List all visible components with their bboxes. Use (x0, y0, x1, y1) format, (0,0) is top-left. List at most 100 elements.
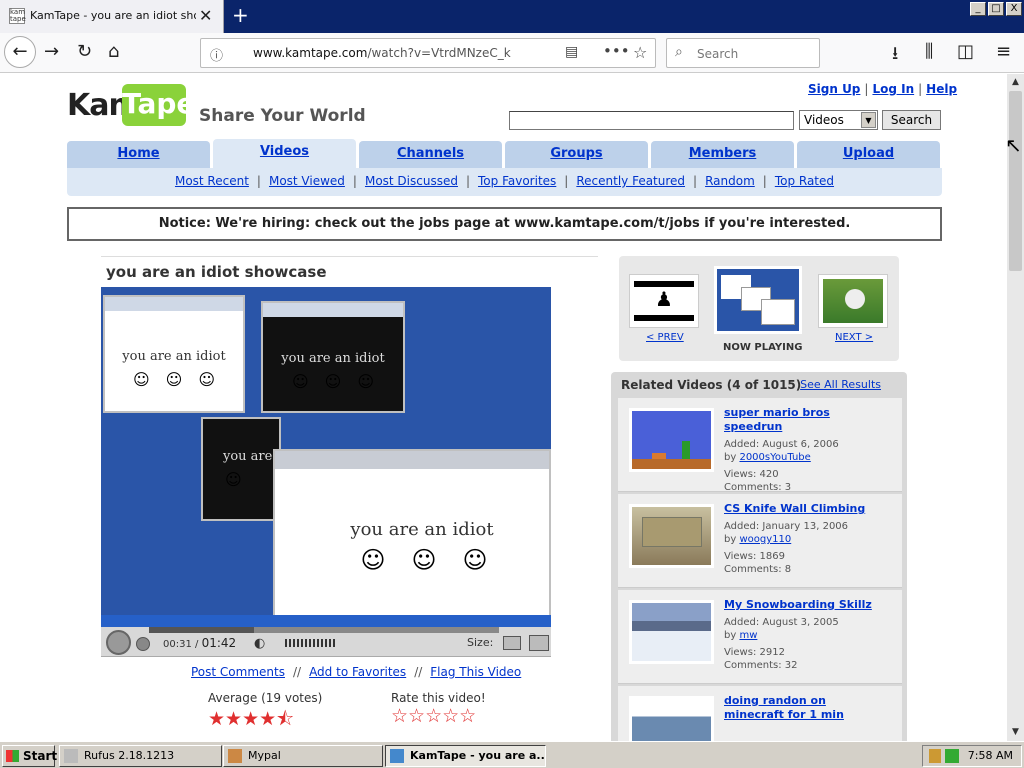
scroll-up-icon[interactable]: ▲ (1007, 74, 1024, 91)
menu-icon[interactable]: ≡ (996, 41, 1011, 62)
now-playing-label: NOW PLAYING (723, 342, 803, 353)
taskbar-item-mypal[interactable]: Mypal (223, 745, 383, 767)
related-thumbnail[interactable] (629, 408, 714, 472)
minimize-button[interactable]: _ (970, 2, 986, 16)
related-item[interactable]: super mario bros speedrun Added: August … (618, 398, 902, 493)
now-playing-thumbnail (714, 266, 802, 334)
time-display: 00:31 / 01:42 (163, 636, 237, 650)
subnav-random[interactable]: Random (705, 174, 755, 188)
related-views: Views: 420 (724, 469, 779, 480)
tab-upload[interactable]: Upload (797, 141, 940, 168)
start-button[interactable]: Start (2, 745, 57, 767)
tray-icons[interactable] (929, 749, 959, 763)
favicon-icon: kam tape (9, 8, 26, 24)
reload-icon[interactable]: ↻ (77, 41, 92, 62)
search-button[interactable]: Search (882, 110, 941, 130)
address-bar[interactable]: ⓘ www.kamtape.com/watch?v=VtrdMNzeC_k ▤ … (200, 38, 656, 68)
tab-channels[interactable]: Channels (359, 141, 502, 168)
related-thumbnail[interactable] (629, 600, 714, 664)
video-player[interactable]: you are an idiot ☺ ☺ ☺ you are an idiot ☺ ☺… (101, 287, 551, 627)
next-thumbnail[interactable] (818, 274, 888, 328)
progress-bar[interactable] (149, 627, 499, 633)
scroll-thumb[interactable] (1009, 91, 1022, 271)
page-actions-icon[interactable]: ••• (603, 42, 630, 60)
taskbar-item-rufus[interactable]: Rufus 2.18.1213 (59, 745, 222, 767)
downloads-icon[interactable]: ⭳ (892, 41, 898, 71)
close-window-button[interactable]: X (1006, 2, 1022, 16)
sidebar-icon[interactable]: ◫ (957, 41, 974, 62)
sign-up-link[interactable]: Sign Up (808, 82, 860, 96)
related-author-link[interactable]: mw (739, 630, 757, 641)
subnav-most-discussed[interactable]: Most Discussed (365, 174, 458, 188)
related-added: Added: August 3, 2005 (724, 617, 839, 628)
related-item[interactable]: CS Knife Wall Climbing Added: January 13… (618, 494, 902, 588)
prev-thumbnail[interactable]: ♟ (629, 274, 699, 328)
post-comments-link[interactable]: Post Comments (191, 665, 285, 679)
prev-link[interactable]: < PREV (646, 332, 684, 343)
related-author-link[interactable]: 2000sYouTube (739, 452, 810, 463)
site-tagline: Share Your World (199, 106, 366, 126)
notice-banner: Notice: We're hiring: check out the jobs… (67, 207, 942, 241)
size-normal-button[interactable] (503, 636, 521, 650)
rate-stars[interactable]: ☆☆☆☆☆ (391, 705, 476, 727)
browser-tab[interactable]: kam tape KamTape - you are an idiot show… (0, 0, 224, 33)
size-label: Size: (467, 636, 494, 649)
flag-video-link[interactable]: Flag This Video (430, 665, 521, 679)
scroll-down-icon[interactable]: ▼ (1007, 724, 1024, 741)
stop-button[interactable] (136, 637, 150, 651)
subnav-top-favorites[interactable]: Top Favorites (478, 174, 556, 188)
related-title[interactable]: super mario bros speedrun (724, 406, 874, 434)
volume-icon[interactable]: ◐ (254, 636, 265, 651)
video-frame-window-partial: you are ☺ (201, 417, 281, 521)
back-button[interactable]: ← (4, 36, 36, 68)
title-divider (101, 256, 598, 257)
related-videos-panel: Related Videos (4 of 1015) See All Resul… (611, 372, 907, 741)
subnav-most-viewed[interactable]: Most Viewed (269, 174, 345, 188)
see-all-results-link[interactable]: See All Results (800, 378, 881, 391)
related-title[interactable]: doing randon on minecraft for 1 min (724, 694, 874, 722)
search-category-select[interactable]: Videos ▼ (799, 110, 878, 130)
library-icon[interactable]: ⫼ (925, 41, 933, 62)
video-navigator: ♟ < PREV NOW PLAYING NEXT > (619, 256, 899, 361)
home-icon[interactable]: ⌂ (108, 41, 119, 62)
maximize-button[interactable]: □ (988, 2, 1004, 16)
log-in-link[interactable]: Log In (872, 82, 914, 96)
windows-logo-icon (6, 750, 19, 762)
help-link[interactable]: Help (926, 82, 957, 96)
related-item[interactable]: doing randon on minecraft for 1 min (618, 686, 902, 741)
system-tray: 7:58 AM (922, 745, 1022, 767)
taskbar-item-kamtape[interactable]: KamTape - you are a... (385, 745, 546, 767)
forward-icon[interactable]: → (44, 41, 59, 62)
related-title[interactable]: CS Knife Wall Climbing (724, 502, 874, 516)
mouse-cursor-icon: ↖ (1005, 133, 1022, 157)
tab-close-icon[interactable]: ✕ (199, 6, 212, 25)
browser-search-input[interactable]: ⌕ Search (666, 38, 820, 68)
related-added: Added: August 6, 2006 (724, 439, 839, 450)
add-favorites-link[interactable]: Add to Favorites (309, 665, 406, 679)
tab-videos[interactable]: Videos (213, 139, 356, 168)
related-thumbnail[interactable] (629, 696, 714, 741)
tab-home[interactable]: Home (67, 141, 210, 168)
related-item[interactable]: My Snowboarding Skillz Added: August 3, … (618, 590, 902, 684)
related-title[interactable]: My Snowboarding Skillz (724, 598, 874, 612)
related-thumbnail[interactable] (629, 504, 714, 568)
mypal-icon (228, 749, 242, 763)
volume-slider[interactable] (285, 639, 337, 647)
video-frame-window-dark: you are an idiot ☺ ☺ ☺ (261, 301, 405, 413)
new-tab-button[interactable]: + (232, 3, 249, 27)
reader-view-icon[interactable]: ▤ (565, 44, 578, 60)
next-link[interactable]: NEXT > (835, 332, 873, 343)
size-large-button[interactable] (529, 635, 549, 651)
browser-tab-bar: kam tape KamTape - you are an idiot show… (0, 0, 1024, 33)
site-info-icon[interactable]: ⓘ (210, 45, 223, 64)
pause-button[interactable] (106, 630, 131, 655)
subnav-recently-featured[interactable]: Recently Featured (576, 174, 685, 188)
subnav-top-rated[interactable]: Top Rated (775, 174, 834, 188)
related-author-link[interactable]: woogy110 (739, 534, 791, 545)
tab-groups[interactable]: Groups (505, 141, 648, 168)
site-search-input[interactable] (509, 111, 794, 130)
page-scrollbar[interactable]: ▲ ▼ (1007, 74, 1024, 741)
tab-members[interactable]: Members (651, 141, 794, 168)
subnav-most-recent[interactable]: Most Recent (175, 174, 249, 188)
bookmark-star-icon[interactable]: ☆ (633, 43, 647, 62)
